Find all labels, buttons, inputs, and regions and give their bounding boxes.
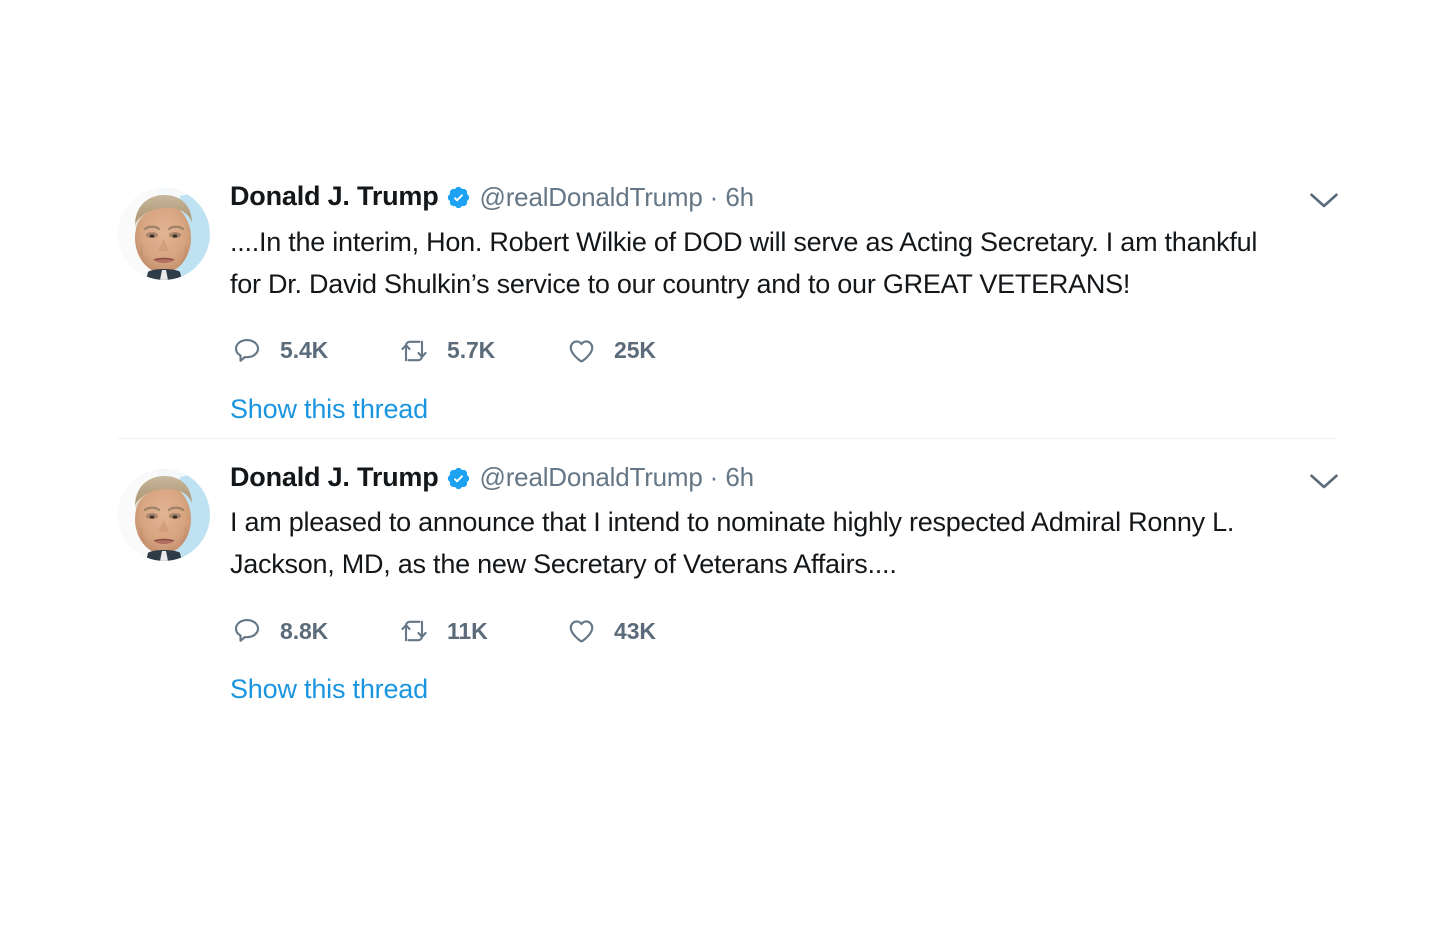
retweet-count: 11K	[447, 617, 488, 644]
heart-icon	[564, 614, 598, 648]
like-count: 43K	[614, 617, 656, 644]
tweet-actions: 5.4K 5.7K 25K	[230, 334, 1265, 368]
tweet-header: Donald J. Trump @realDonaldTrump · 6h	[230, 181, 1265, 212]
tweet-more-options-button[interactable]	[1301, 467, 1347, 497]
timeline: Donald J. Trump @realDonaldTrump · 6h ..…	[118, 168, 1338, 706]
tweet-card[interactable]: Donald J. Trump @realDonaldTrump · 6h	[118, 168, 1338, 425]
separator-dot: ·	[709, 181, 719, 212]
avatar[interactable]	[118, 188, 210, 280]
avatar[interactable]	[118, 468, 210, 561]
display-name[interactable]: Donald J. Trump	[230, 462, 439, 493]
separator-dot: ·	[709, 462, 719, 493]
tweet-body: Donald J. Trump @realDonaldTrump · 6h	[230, 462, 1338, 706]
tweet-text: I am pleased to announce that I intend t…	[230, 507, 1235, 580]
tweet-text: ....In the interim, Hon. Robert Wilkie o…	[230, 226, 1258, 299]
reply-icon	[230, 614, 264, 648]
like-button[interactable]: 43K	[564, 614, 731, 648]
user-handle[interactable]: @realDonaldTrump	[480, 463, 703, 492]
reply-count: 5.4K	[280, 337, 329, 364]
tweet-actions: 8.8K 11K 43K	[230, 614, 1265, 648]
retweet-count: 5.7K	[447, 337, 496, 364]
timestamp[interactable]: 6h	[725, 182, 754, 212]
verified-badge-icon	[446, 185, 471, 210]
retweet-button[interactable]: 11K	[397, 614, 564, 648]
reply-count: 8.8K	[280, 617, 329, 644]
reply-button[interactable]: 5.4K	[230, 334, 397, 368]
like-button[interactable]: 25K	[564, 334, 731, 368]
tweet-card[interactable]: Donald J. Trump @realDonaldTrump · 6h	[118, 437, 1338, 706]
tweet-header: Donald J. Trump @realDonaldTrump · 6h	[230, 462, 1265, 493]
heart-icon	[564, 334, 598, 368]
retweet-icon	[397, 614, 431, 648]
display-name[interactable]: Donald J. Trump	[230, 181, 439, 212]
like-count: 25K	[614, 337, 656, 364]
user-handle[interactable]: @realDonaldTrump	[480, 182, 703, 212]
chevron-down-icon	[1310, 193, 1338, 208]
retweet-icon	[397, 334, 431, 368]
timestamp[interactable]: 6h	[725, 463, 754, 492]
show-this-thread-link[interactable]: Show this thread	[230, 394, 428, 425]
show-this-thread-link[interactable]: Show this thread	[230, 674, 428, 705]
reply-icon	[230, 334, 264, 368]
avatar-column	[118, 182, 230, 425]
tweet-body: Donald J. Trump @realDonaldTrump · 6h	[230, 181, 1338, 425]
avatar-column	[118, 463, 230, 706]
reply-button[interactable]: 8.8K	[230, 614, 397, 648]
verified-badge-icon	[446, 466, 471, 491]
tweet-more-options-button[interactable]	[1301, 186, 1347, 216]
retweet-button[interactable]: 5.7K	[397, 334, 564, 368]
tweet-timeline-page: Donald J. Trump @realDonaldTrump · 6h ..…	[0, 0, 1450, 940]
chevron-down-icon	[1310, 474, 1338, 488]
